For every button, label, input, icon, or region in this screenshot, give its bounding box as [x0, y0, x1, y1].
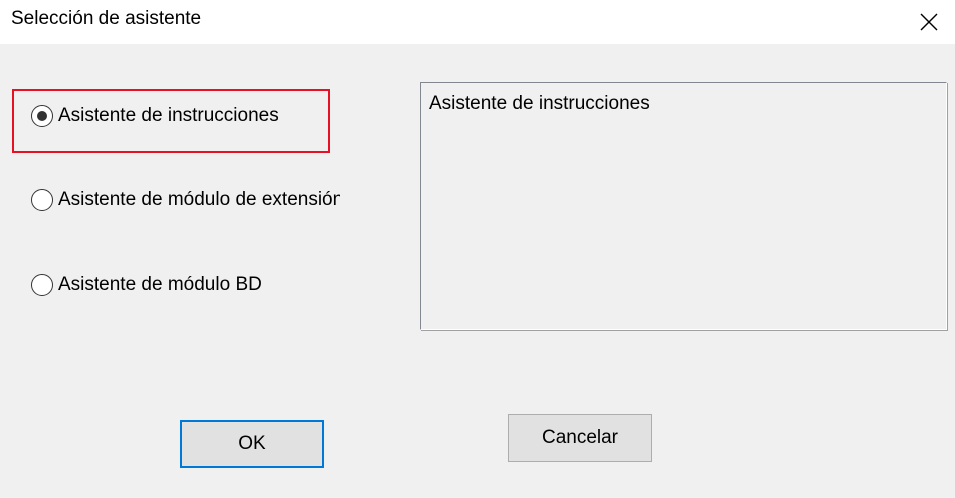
radio-button-checked[interactable] — [31, 105, 53, 127]
wizard-selection-dialog: Selección de asistente Asistente de inst… — [0, 0, 955, 498]
radio-label-db-module: Asistente de módulo BD — [58, 274, 262, 295]
title-bar: Selección de asistente — [0, 0, 955, 44]
radio-button-unchecked[interactable] — [31, 274, 53, 296]
ok-button[interactable]: OK — [180, 420, 324, 468]
window-title: Selección de asistente — [11, 8, 202, 29]
radio-button-unchecked[interactable] — [31, 189, 53, 211]
cancel-button[interactable]: Cancelar — [508, 414, 652, 462]
close-button[interactable] — [903, 0, 955, 44]
radio-option-instructions[interactable]: Asistente de instrucciones — [31, 105, 279, 127]
description-text: Asistente de instrucciones — [429, 93, 650, 114]
close-icon — [920, 13, 938, 31]
radio-option-extension-module[interactable]: Asistente de módulo de extensión — [31, 189, 340, 211]
radio-label-instructions: Asistente de instrucciones — [58, 105, 279, 126]
radio-label-extension-module: Asistente de módulo de extensión — [58, 189, 340, 210]
radio-option-db-module[interactable]: Asistente de módulo BD — [31, 274, 262, 296]
dialog-client-area: Asistente de instrucciones Asistente de … — [0, 44, 955, 498]
description-panel: Asistente de instrucciones — [420, 82, 947, 330]
